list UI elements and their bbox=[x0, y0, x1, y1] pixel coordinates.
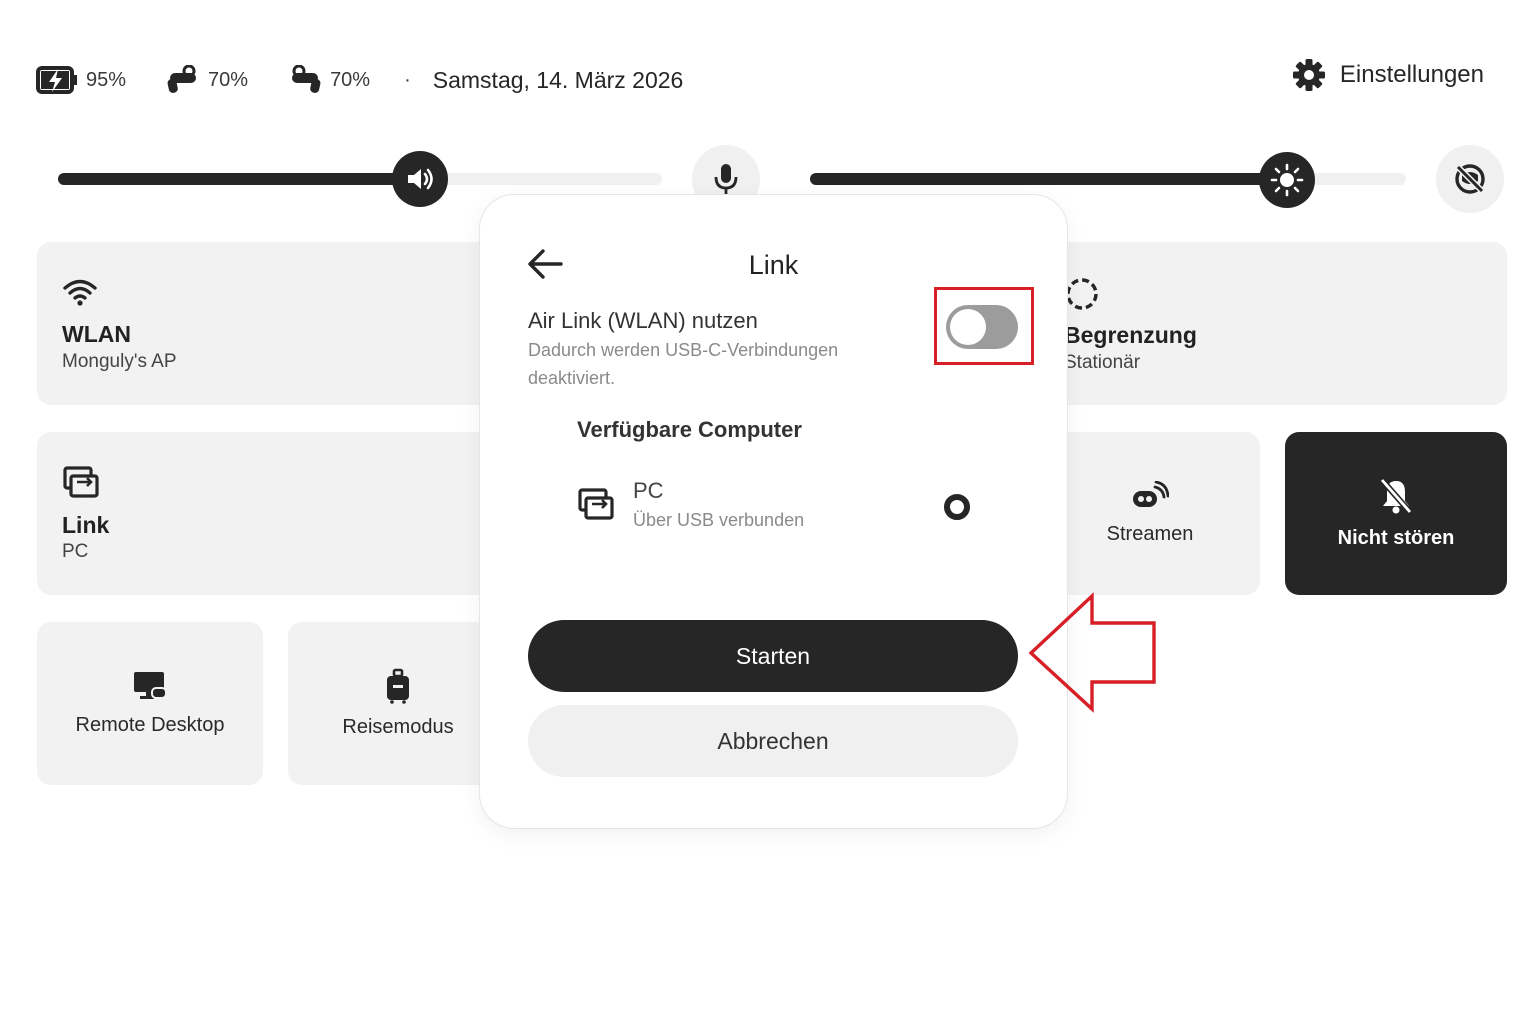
link-icon bbox=[63, 466, 99, 505]
boundary-tile[interactable]: Begrenzung Stationär bbox=[1040, 242, 1507, 405]
volume-slider-fill bbox=[58, 173, 420, 185]
toggle-highlight-box bbox=[934, 287, 1034, 365]
dnd-label: Nicht stören bbox=[1337, 527, 1455, 549]
remote-desktop-icon bbox=[132, 670, 168, 702]
status-separator: · bbox=[404, 68, 411, 91]
travel-mode-label: Reisemodus bbox=[342, 716, 454, 738]
computer-radio-button[interactable] bbox=[944, 494, 970, 520]
stream-tile[interactable]: Streamen bbox=[1040, 432, 1260, 595]
volume-slider[interactable] bbox=[58, 173, 662, 185]
boundary-mode: Stationär bbox=[1064, 352, 1141, 373]
headset-battery-icon bbox=[36, 65, 78, 95]
boundary-icon bbox=[1064, 276, 1100, 317]
computer-name: PC bbox=[633, 478, 664, 503]
travel-mode-tile[interactable]: Reisemodus bbox=[288, 622, 508, 785]
arrow-left-annotation-icon bbox=[1026, 592, 1160, 719]
volume-slider-handle[interactable] bbox=[392, 151, 448, 207]
air-link-description-line2: deaktiviert. bbox=[528, 368, 616, 388]
wlan-tile[interactable]: WLAN Monguly's AP bbox=[37, 242, 507, 405]
left-controller-battery-value: 70% bbox=[208, 68, 249, 91]
eye-off-icon bbox=[1452, 161, 1488, 197]
brightness-slider[interactable] bbox=[810, 173, 1406, 185]
start-button-label: Starten bbox=[735, 642, 811, 669]
air-link-label: Air Link (WLAN) nutzen bbox=[528, 308, 758, 333]
available-computers-heading: Verfügbare Computer bbox=[577, 417, 802, 442]
gear-icon bbox=[1292, 58, 1326, 92]
wlan-network-name: Monguly's AP bbox=[62, 351, 177, 372]
right-controller-icon bbox=[288, 65, 322, 95]
date-label: Samstag, 14. März 2026 bbox=[432, 66, 684, 93]
remote-desktop-tile[interactable]: Remote Desktop bbox=[37, 622, 263, 785]
remote-desktop-label: Remote Desktop bbox=[75, 714, 225, 736]
cancel-button[interactable]: Abbrechen bbox=[528, 705, 1018, 777]
stream-label: Streamen bbox=[1106, 523, 1194, 545]
computer-list-item[interactable]: PC Über USB verbunden bbox=[576, 478, 976, 542]
brightness-slider-fill bbox=[810, 173, 1287, 185]
left-controller-icon bbox=[166, 65, 200, 95]
do-not-disturb-tile[interactable]: Nicht stören bbox=[1285, 432, 1507, 595]
headset-battery-value: 95% bbox=[86, 68, 127, 91]
brightness-slider-handle[interactable] bbox=[1259, 152, 1315, 208]
wifi-icon bbox=[63, 278, 97, 311]
air-link-description-line1: Dadurch werden USB-C-Verbindungen bbox=[528, 340, 839, 360]
settings-label: Einstellungen bbox=[1339, 61, 1484, 88]
bell-off-icon bbox=[1378, 477, 1414, 515]
status-bar: 95% 70% 70% · Samstag, 14. März 2026 bbox=[36, 60, 683, 100]
link-tile[interactable]: Link PC bbox=[37, 432, 507, 595]
start-button[interactable]: Starten bbox=[528, 620, 1018, 692]
dialog-title: Link bbox=[748, 250, 799, 280]
link-target: PC bbox=[62, 541, 89, 562]
luggage-icon bbox=[384, 668, 412, 704]
passthrough-toggle-button[interactable] bbox=[1436, 145, 1504, 213]
computer-link-icon bbox=[578, 488, 614, 527]
wlan-title: WLAN bbox=[62, 321, 131, 347]
link-title: Link bbox=[62, 512, 110, 538]
boundary-title: Begrenzung bbox=[1064, 322, 1197, 348]
settings-button[interactable]: Einstellungen bbox=[1292, 58, 1484, 92]
microphone-icon bbox=[712, 162, 740, 196]
cancel-button-label: Abbrechen bbox=[717, 727, 829, 754]
cast-icon bbox=[1131, 481, 1169, 511]
computer-status: Über USB verbunden bbox=[633, 510, 805, 530]
sun-icon bbox=[1270, 163, 1304, 197]
right-controller-battery-value: 70% bbox=[330, 68, 371, 91]
speaker-icon bbox=[405, 166, 435, 192]
